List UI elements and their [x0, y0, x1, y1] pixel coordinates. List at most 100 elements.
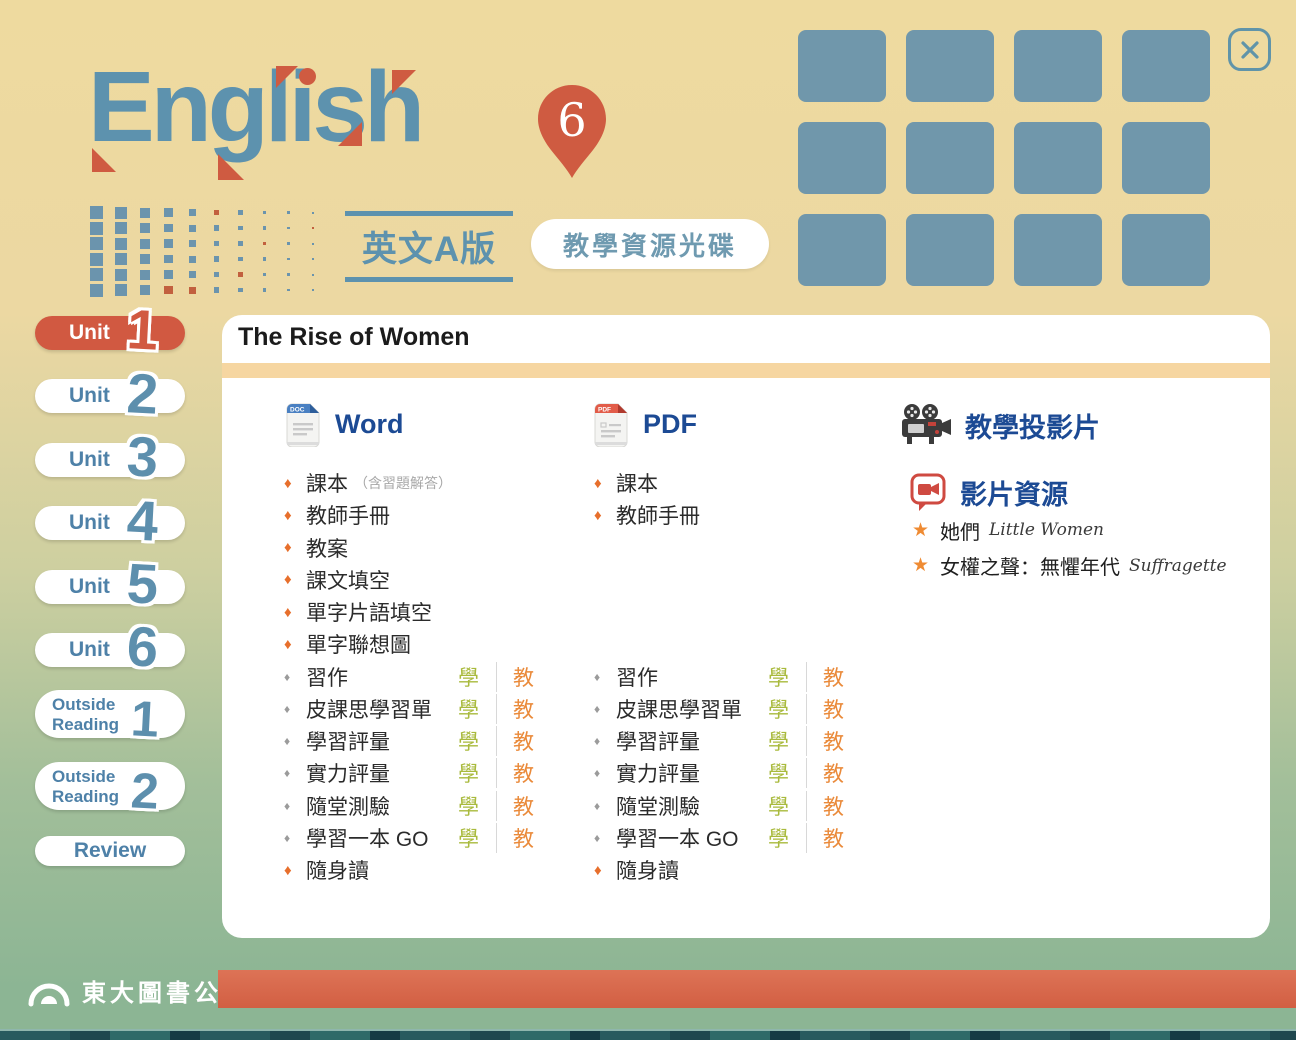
unit-title: The Rise of Women: [238, 323, 470, 352]
teacher-version-link[interactable]: 教: [823, 662, 844, 692]
resource-item[interactable]: ♦ 教師手冊: [594, 499, 904, 531]
resource-item[interactable]: ♦ 學習一本 GO 學 教: [284, 822, 594, 854]
menu-button[interactable]: [906, 122, 994, 194]
version-tags: 學 教: [458, 725, 534, 757]
diamond-bullet-icon: ♦: [284, 799, 306, 813]
student-version-link[interactable]: 學: [458, 823, 479, 853]
city-skyline-strip: [0, 1029, 1296, 1040]
teacher-version-link[interactable]: 教: [513, 791, 534, 821]
teacher-version-link[interactable]: 教: [823, 694, 844, 724]
menu-button[interactable]: [798, 214, 886, 286]
resource-item[interactable]: ♦ 實力評量 學 教: [594, 757, 904, 789]
pdf-resource-list: ♦ 課本 ♦ 教師手冊 ♦ 習作 學 教 ♦ 皮課思學習單: [594, 467, 904, 892]
resource-item[interactable]: ♦ 課本 （含習題解答）: [284, 467, 594, 499]
tag-divider: [806, 823, 807, 853]
video-section-title: 影片資源: [960, 473, 1068, 512]
unit-number: 2: [126, 369, 160, 418]
sidebar-unit-item[interactable]: Unit 4: [35, 506, 185, 540]
diamond-bullet-icon: ♦: [594, 475, 616, 492]
sidebar-unit-item[interactable]: Unit 5: [35, 570, 185, 604]
resource-item[interactable]: ♦ 課本: [594, 467, 904, 499]
teacher-version-link[interactable]: 教: [823, 758, 844, 788]
menu-button[interactable]: [1014, 122, 1102, 194]
teacher-version-link[interactable]: 教: [513, 694, 534, 724]
teacher-version-link[interactable]: 教: [823, 726, 844, 756]
student-version-link[interactable]: 學: [458, 694, 479, 724]
resource-item[interactable]: ♦ 課文填空: [284, 564, 594, 596]
menu-button[interactable]: [1122, 30, 1210, 102]
resource-item[interactable]: ♦ 皮課思學習單 學 教: [284, 693, 594, 725]
student-version-link[interactable]: 學: [768, 726, 789, 756]
teacher-version-link[interactable]: 教: [513, 823, 534, 853]
rule-bottom: [345, 277, 513, 282]
menu-button[interactable]: [1014, 214, 1102, 286]
resource-item[interactable]: ♦ 隨堂測驗 學 教: [284, 790, 594, 822]
diamond-bullet-icon: ♦: [594, 862, 616, 879]
sidebar-unit-item[interactable]: Unit 6: [35, 633, 185, 667]
unit-label: Unit: [69, 575, 110, 599]
menu-button[interactable]: [1122, 214, 1210, 286]
student-version-link[interactable]: 學: [768, 662, 789, 692]
resource-item[interactable]: ♦ 隨堂測驗 學 教: [594, 790, 904, 822]
resource-label: 學習一本 GO: [306, 823, 429, 853]
sidebar-outside-reading-item[interactable]: OutsideReading 2: [35, 762, 185, 810]
student-version-link[interactable]: 學: [458, 662, 479, 692]
menu-button[interactable]: [906, 30, 994, 102]
menu-button[interactable]: [1014, 30, 1102, 102]
sidebar-review-item[interactable]: Review: [35, 836, 185, 866]
unit-number: 5: [126, 559, 160, 608]
resource-item[interactable]: ♦ 隨身讀: [594, 854, 904, 886]
sidebar-unit-item[interactable]: Unit 2: [35, 379, 185, 413]
student-version-link[interactable]: 學: [768, 758, 789, 788]
resource-item[interactable]: ♦ 學習一本 GO 學 教: [594, 822, 904, 854]
resource-item[interactable]: ♦ 習作 學 教: [594, 661, 904, 693]
menu-button[interactable]: [798, 122, 886, 194]
resource-item[interactable]: ♦ 學習評量 學 教: [594, 725, 904, 757]
word-resource-list: ♦ 課本 （含習題解答） ♦ 教師手冊 ♦ 教案 ♦ 課文填空 ♦: [284, 467, 594, 892]
slides-section-header[interactable]: 教學投影片: [900, 403, 1100, 447]
student-version-link[interactable]: 學: [768, 791, 789, 821]
content-panel: The Rise of Women DOC Word PDF PDF: [222, 315, 1270, 938]
sidebar-outside-reading-item[interactable]: OutsideReading 1: [35, 690, 185, 738]
menu-button[interactable]: [798, 30, 886, 102]
resource-item[interactable]: ♦ 單字片語填空: [284, 596, 594, 628]
close-button[interactable]: [1228, 28, 1271, 71]
resource-item[interactable]: ♦ 隨身讀: [284, 854, 594, 886]
resource-item[interactable]: ♦ 學習評量 學 教: [284, 725, 594, 757]
edition-label-block: 英文A版: [345, 211, 513, 282]
student-version-link[interactable]: 學: [458, 791, 479, 821]
student-version-link[interactable]: 學: [768, 823, 789, 853]
resource-item[interactable]: ♦ 單字聯想圖: [284, 628, 594, 660]
teacher-version-link[interactable]: 教: [513, 726, 534, 756]
film-projector-icon: [900, 403, 952, 447]
resource-item[interactable]: ♦ 教案: [284, 532, 594, 564]
video-resource-item[interactable]: ★ 她們 Little Women: [912, 513, 1262, 547]
student-version-link[interactable]: 學: [458, 726, 479, 756]
resource-item[interactable]: ♦ 習作 學 教: [284, 661, 594, 693]
resource-item[interactable]: ♦ 皮課思學習單 學 教: [594, 693, 904, 725]
teacher-version-link[interactable]: 教: [513, 662, 534, 692]
video-english-title: Little Women: [989, 520, 1104, 540]
teacher-version-link[interactable]: 教: [513, 758, 534, 788]
resource-label: 隨身讀: [306, 855, 369, 885]
menu-button[interactable]: [906, 214, 994, 286]
resource-item[interactable]: ♦ 教師手冊: [284, 499, 594, 531]
unit-number: 1: [126, 306, 160, 355]
teacher-version-link[interactable]: 教: [823, 791, 844, 821]
resource-item[interactable]: ♦ 實力評量 學 教: [284, 757, 594, 789]
resource-label: 實力評量: [306, 758, 390, 788]
diamond-bullet-icon: ♦: [594, 507, 616, 524]
menu-button[interactable]: [1122, 122, 1210, 194]
diamond-bullet-icon: ♦: [594, 734, 616, 748]
teacher-version-link[interactable]: 教: [823, 823, 844, 853]
student-version-link[interactable]: 學: [768, 694, 789, 724]
sidebar-unit-item[interactable]: Unit 1: [35, 316, 185, 350]
student-version-link[interactable]: 學: [458, 758, 479, 788]
video-resource-item[interactable]: ★ 女權之聲：無懼年代 Suffragette: [912, 549, 1262, 583]
version-tags: 學 教: [458, 661, 534, 693]
tag-divider: [806, 662, 807, 692]
disc-title-pill: 教學資源光碟: [531, 219, 769, 269]
footer-links-bar: [218, 970, 1296, 1008]
pdf-section-header: PDF PDF: [592, 401, 697, 447]
sidebar-unit-item[interactable]: Unit 3: [35, 443, 185, 477]
